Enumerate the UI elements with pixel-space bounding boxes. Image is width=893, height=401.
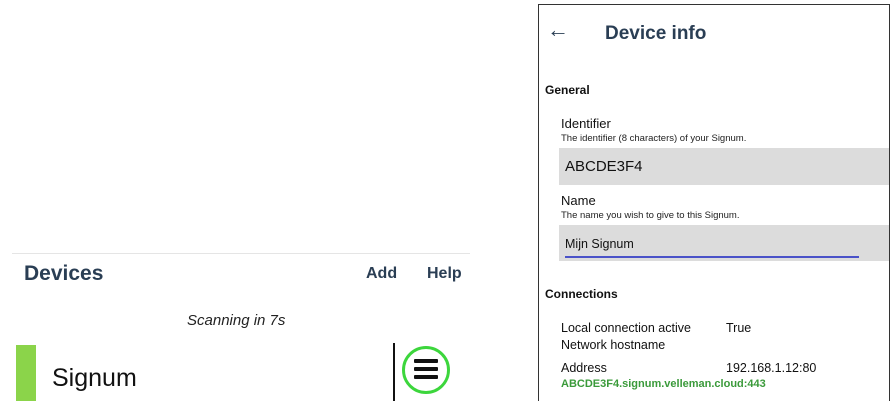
hamburger-icon (414, 359, 438, 363)
hamburger-icon-line (414, 367, 438, 371)
local-connection-value: True (726, 321, 752, 335)
identifier-label: Identifier (561, 116, 611, 131)
vertical-separator (393, 343, 395, 401)
name-label: Name (561, 193, 596, 208)
address-label: Address (561, 361, 607, 375)
add-button[interactable]: Add (366, 265, 397, 283)
device-info-screen: ← Device info General Identifier The ide… (538, 4, 890, 401)
hamburger-icon-line (414, 375, 438, 379)
header-divider (12, 253, 470, 254)
identifier-description: The identifier (8 characters) of your Si… (561, 133, 747, 144)
identifier-value: ABCDE3F4 (565, 158, 643, 175)
section-general: General (545, 83, 590, 97)
name-description: The name you wish to give to this Signum… (561, 210, 740, 221)
page-title: Devices (24, 262, 104, 285)
section-connections: Connections (545, 287, 618, 301)
help-button[interactable]: Help (427, 265, 462, 283)
name-input-underline (565, 256, 859, 258)
device-menu-button[interactable] (402, 346, 450, 394)
identifier-field[interactable]: ABCDE3F4 (559, 148, 889, 185)
name-value: Mijn Signum (565, 237, 634, 251)
device-status-indicator (16, 345, 36, 401)
device-name[interactable]: Signum (52, 364, 137, 393)
local-connection-label: Local connection active (561, 321, 691, 335)
address-value: 192.168.1.12:80 (726, 361, 817, 375)
devices-screen: Devices Add Help Scanning in 7s Signum (0, 0, 475, 401)
scan-status: Scanning in 7s (187, 312, 286, 329)
network-hostname-label: Network hostname (561, 338, 666, 352)
page-title: Device info (605, 23, 707, 44)
back-arrow-icon[interactable]: ← (547, 17, 569, 43)
cloud-hostname-link[interactable]: ABCDE3F4.signum.velleman.cloud:443 (561, 378, 766, 390)
